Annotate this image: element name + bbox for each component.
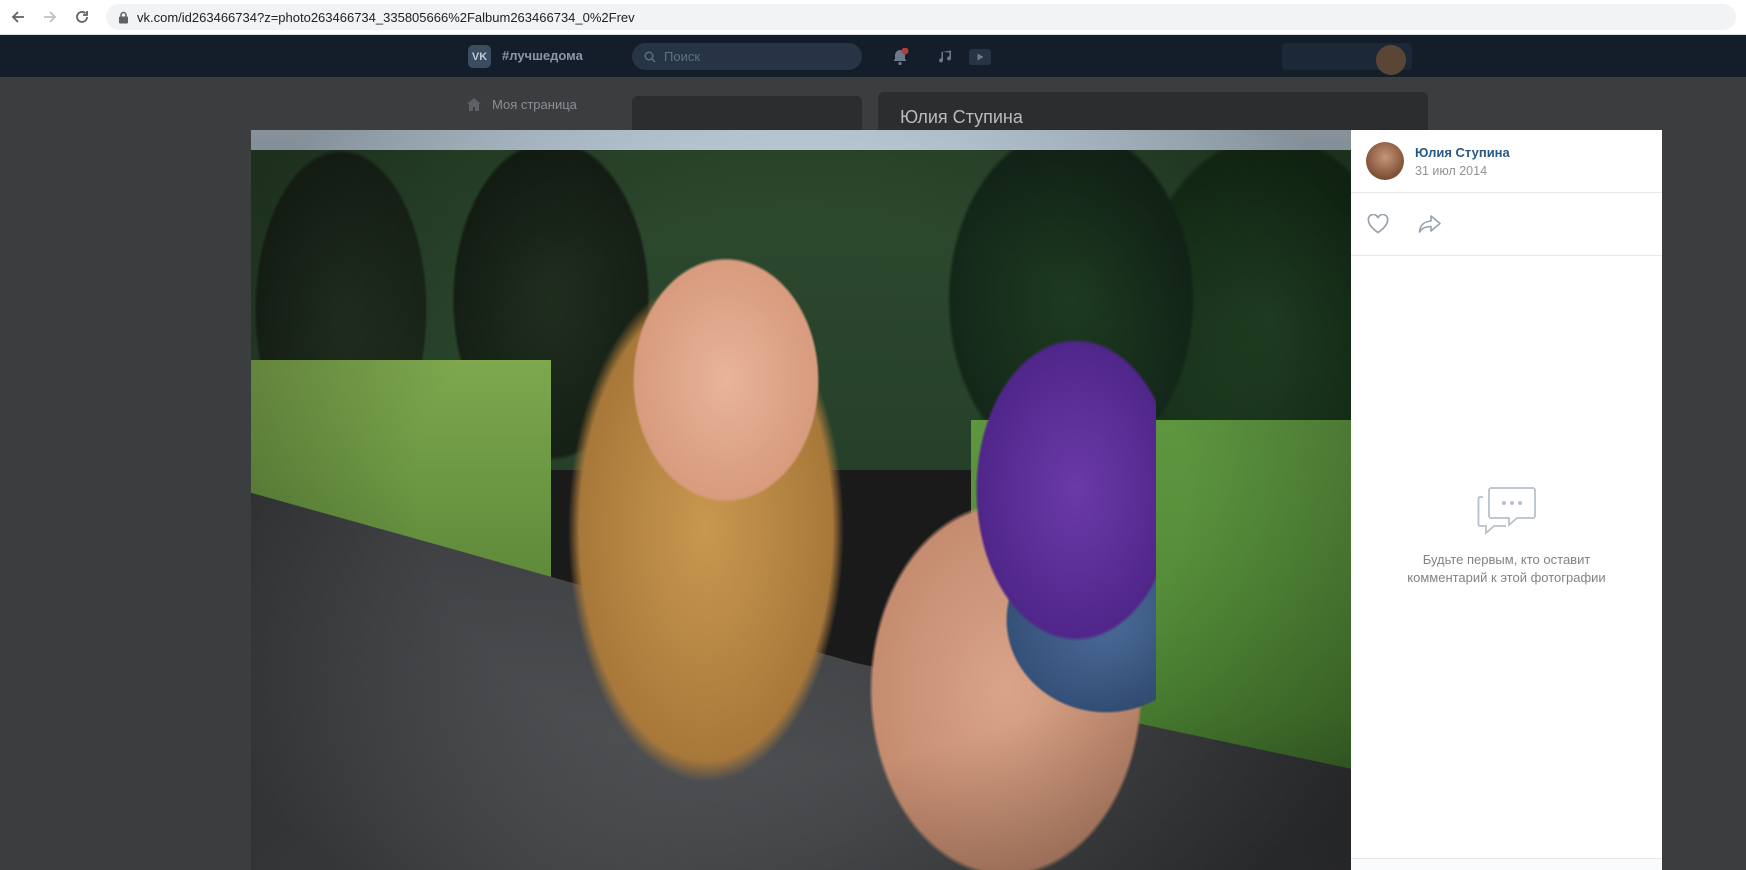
bell-icon [893, 48, 909, 66]
photo-date: 31 июл 2014 [1415, 163, 1488, 178]
reload-button[interactable] [71, 6, 93, 28]
empty-comments-text: Будьте первым, кто оставит комментарий к… [1392, 551, 1622, 587]
reload-icon [76, 11, 88, 23]
sidebar-item-label: Моя страница [492, 97, 577, 112]
search-icon [644, 51, 656, 62]
author-name-link[interactable]: Юлия Ступина [1415, 145, 1510, 160]
share-button[interactable] [1417, 211, 1443, 237]
vk-hashtag[interactable]: #лучшедома [502, 48, 583, 63]
actions-row [1351, 193, 1662, 256]
address-bar[interactable]: vk.com/id263466734?z=photo263466734_3358… [106, 4, 1736, 30]
avatar[interactable] [1366, 142, 1404, 180]
play-icon [969, 49, 991, 65]
comment-input-area[interactable] [1351, 858, 1662, 870]
vk-search-input[interactable]: Поиск [632, 43, 862, 70]
vk-user-menu[interactable] [1282, 43, 1412, 75]
photo-side-panel: Юлия Ступина 31 июл 2014 Будьте первым, … [1351, 130, 1662, 870]
music-icon [939, 50, 951, 63]
share-icon [1418, 215, 1441, 233]
arrow-right-icon [44, 11, 57, 23]
vk-profile-name: Юлия Ступина [900, 107, 1023, 127]
author-row: Юлия Ступина 31 июл 2014 [1351, 130, 1662, 193]
empty-comments: Будьте первым, кто оставит комментарий к… [1351, 485, 1662, 587]
url-text: vk.com/id263466734?z=photo263466734_3358… [137, 9, 635, 25]
photo[interactable] [251, 130, 1351, 870]
sidebar-item-my-page[interactable]: Моя страница [466, 97, 577, 112]
browser-toolbar: vk.com/id263466734?z=photo263466734_3358… [0, 0, 1746, 35]
vk-logo[interactable]: VK [468, 45, 491, 68]
empty-comments-line: Будьте первым, кто оставит [1422, 552, 1591, 567]
author-info: Юлия Ступина 31 июл 2014 [1415, 145, 1510, 178]
heart-icon [1367, 214, 1389, 234]
vk-search-placeholder: Поиск [664, 49, 701, 64]
notifications-button[interactable] [890, 47, 910, 67]
vk-header: VK #лучшедома Поиск [0, 35, 1746, 77]
empty-comments-line: комментарий к этой фотографии [1407, 570, 1606, 585]
avatar [1376, 45, 1406, 75]
photo-vignette [251, 130, 1351, 870]
home-icon [467, 98, 481, 111]
like-button[interactable] [1365, 211, 1391, 237]
arrow-left-icon [11, 11, 24, 23]
video-button[interactable] [968, 47, 992, 67]
comments-icon [1477, 487, 1536, 535]
forward-button[interactable] [39, 6, 61, 28]
lock-icon [119, 11, 128, 23]
back-button[interactable] [7, 6, 29, 28]
photo-viewer: Юлия Ступина 31 июл 2014 Будьте первым, … [251, 130, 1662, 870]
music-button[interactable] [936, 47, 956, 67]
